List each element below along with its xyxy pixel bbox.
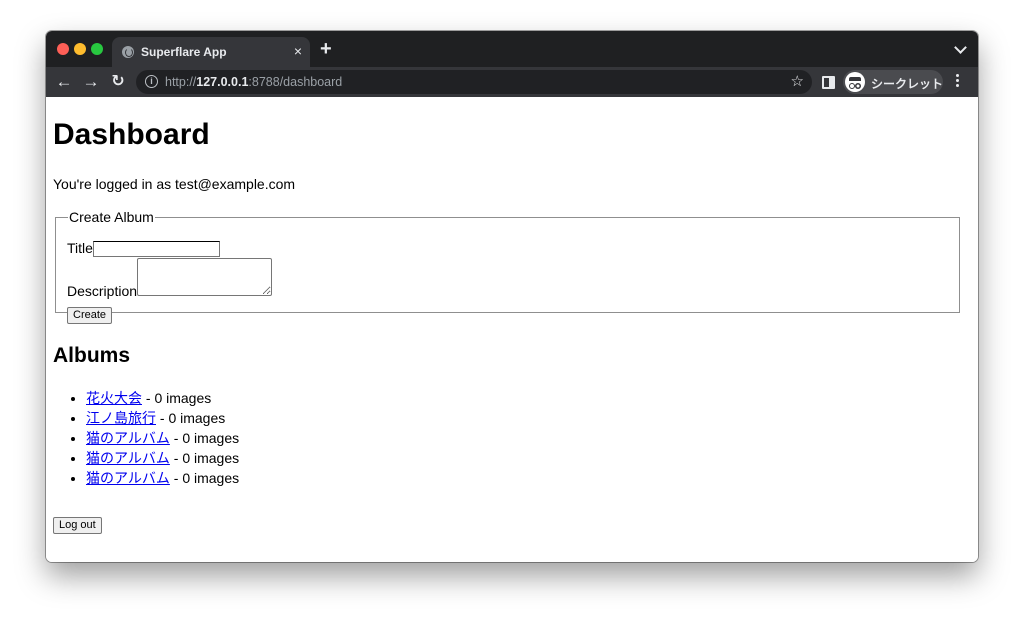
url-scheme: http:// (165, 75, 197, 89)
description-row: Description (67, 258, 273, 299)
chevron-down-icon[interactable] (954, 41, 967, 54)
page-content: Dashboard You're logged in as test@examp… (46, 97, 978, 562)
site-info-icon[interactable]: i (145, 75, 158, 88)
tab-title: Superflare App (141, 45, 227, 59)
browser-window: Superflare App × + ← → ↻ i http://127.0.… (46, 31, 978, 562)
url-path: :8788/dashboard (248, 75, 343, 89)
album-link[interactable]: 江ノ島旅行 (86, 410, 156, 426)
incognito-icon (845, 72, 865, 92)
tab-close-icon[interactable]: × (294, 43, 302, 59)
title-input[interactable] (92, 241, 220, 257)
album-link[interactable]: 猫のアルバム (86, 430, 170, 446)
side-panel-icon[interactable] (822, 76, 835, 89)
forward-arrow-icon[interactable]: → (81, 71, 101, 93)
description-textarea[interactable] (137, 258, 273, 296)
globe-icon (122, 46, 134, 58)
incognito-profile-button[interactable]: シークレット (843, 70, 943, 94)
minimize-window-icon[interactable] (74, 43, 86, 55)
list-item: 花火大会 - 0 images (86, 388, 239, 408)
back-arrow-icon[interactable]: ← (54, 71, 74, 93)
list-item: 猫のアルバム - 0 images (86, 448, 239, 468)
albums-heading: Albums (53, 344, 131, 367)
description-label: Description (67, 283, 138, 299)
create-album-form: Create Album Title Description Create (55, 209, 960, 324)
album-link[interactable]: 花火大会 (86, 390, 142, 406)
profile-label: シークレット (871, 77, 944, 91)
list-item: 猫のアルバム - 0 images (86, 468, 239, 488)
address-bar[interactable]: i http://127.0.0.1:8788/dashboard ☆ (136, 70, 812, 94)
maximize-window-icon[interactable] (91, 43, 103, 55)
create-button[interactable]: Create (67, 307, 113, 324)
close-window-icon[interactable] (57, 43, 69, 55)
reload-icon[interactable]: ↻ (108, 71, 128, 93)
album-link[interactable]: 猫のアルバム (86, 470, 170, 486)
new-tab-icon[interactable]: + (320, 39, 332, 59)
album-count: - 0 images (169, 470, 240, 486)
list-item: 江ノ島旅行 - 0 images (86, 408, 239, 428)
albums-list: 花火大会 - 0 images 江ノ島旅行 - 0 images 猫のアルバム … (53, 388, 239, 488)
page-title: Dashboard (53, 118, 210, 151)
album-count: - 0 images (169, 450, 240, 466)
logout-button[interactable]: Log out (53, 517, 102, 534)
tab-strip: Superflare App × + (46, 31, 978, 67)
list-item: 猫のアルバム - 0 images (86, 428, 239, 448)
url-text[interactable]: http://127.0.0.1:8788/dashboard (165, 75, 342, 89)
album-count: - 0 images (142, 390, 212, 406)
tab-superflare-app[interactable]: Superflare App × (112, 37, 310, 67)
album-count: - 0 images (169, 430, 240, 446)
album-link[interactable]: 猫のアルバム (86, 450, 170, 466)
logged-in-text: You're logged in as test@example.com (53, 176, 296, 192)
kebab-menu-icon[interactable] (956, 74, 960, 90)
form-legend: Create Album (69, 209, 154, 225)
title-row: Title (67, 240, 220, 257)
url-host: 127.0.0.1 (196, 75, 249, 89)
album-count: - 0 images (156, 410, 226, 426)
bookmark-star-icon[interactable]: ☆ (791, 72, 804, 92)
browser-toolbar: ← → ↻ i http://127.0.0.1:8788/dashboard … (46, 67, 978, 97)
title-label: Title (67, 240, 93, 256)
